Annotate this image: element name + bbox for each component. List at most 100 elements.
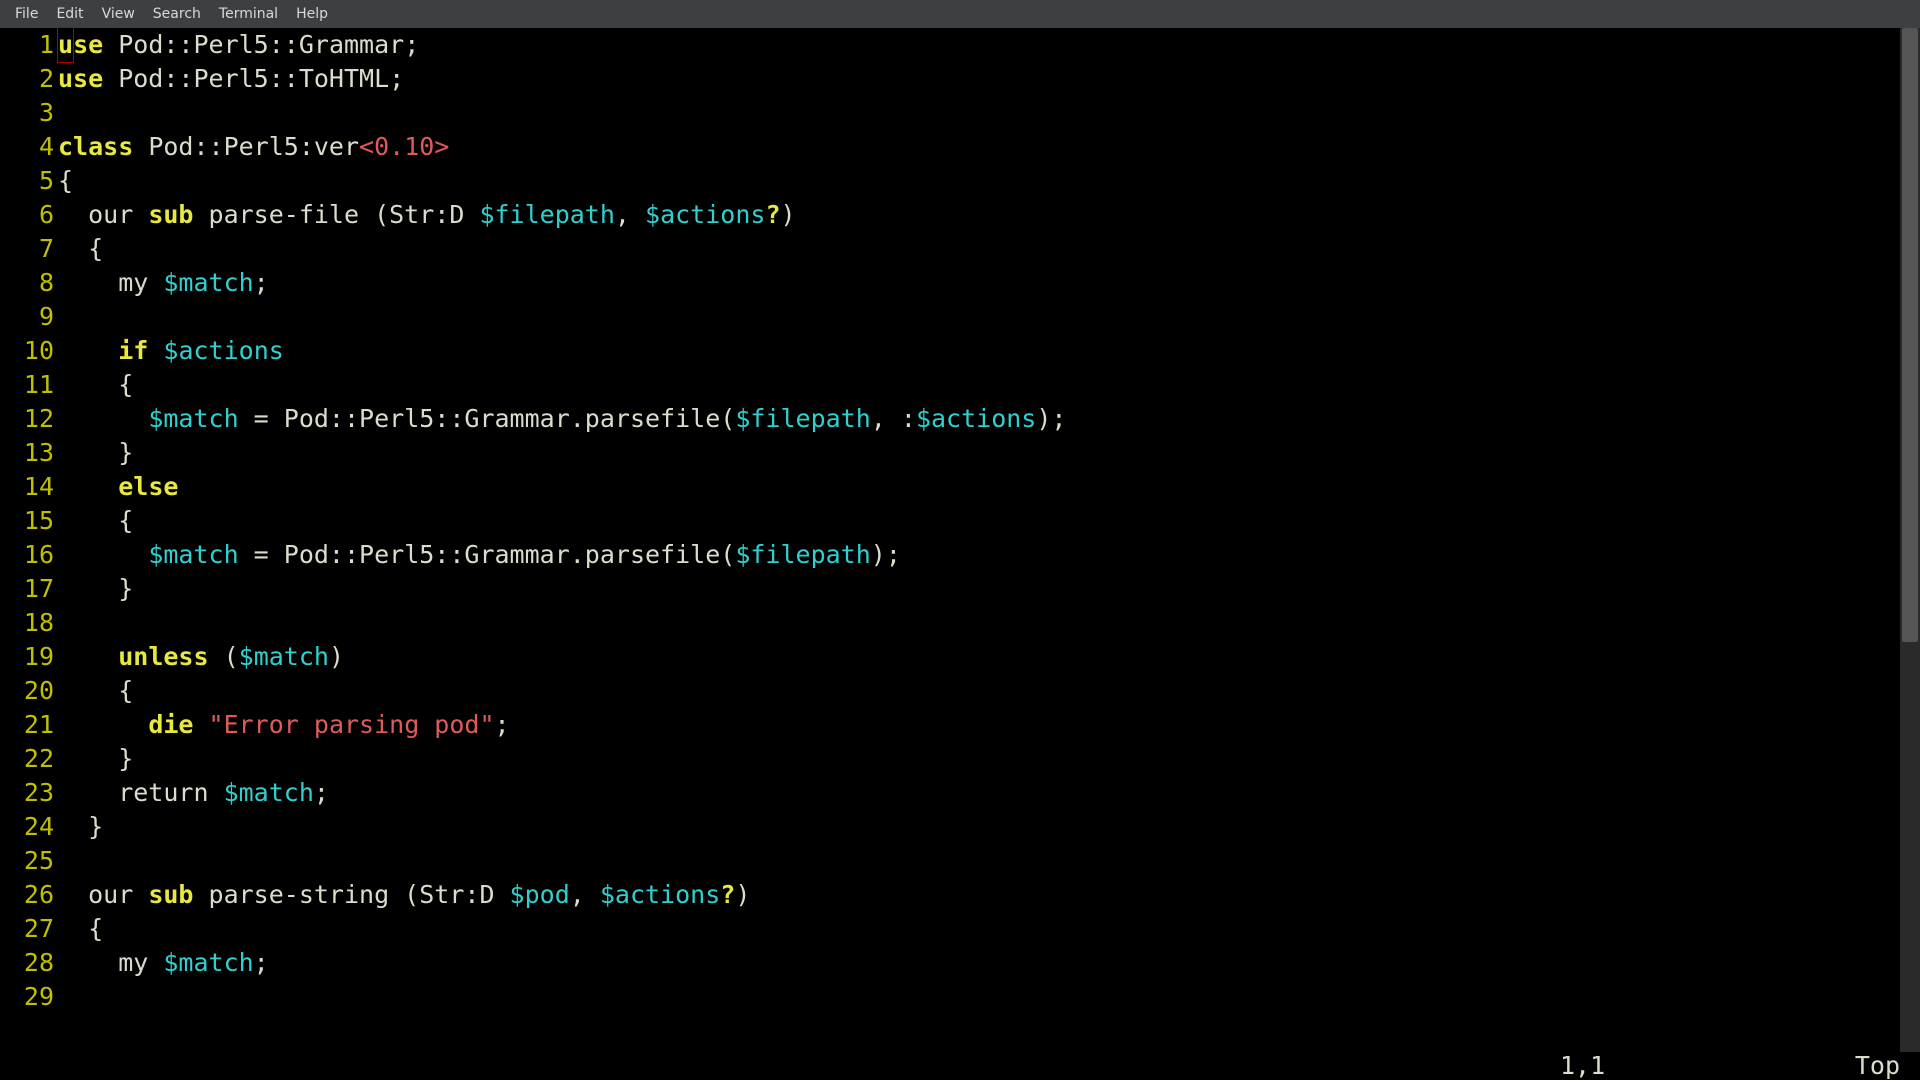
menu-file[interactable]: File (6, 3, 47, 25)
scrollbar-thumb[interactable] (1902, 28, 1918, 642)
code-content[interactable]: class Pod::Perl5:ver<0.10> (56, 130, 449, 164)
menubar: FileEditViewSearchTerminalHelp (0, 0, 1920, 28)
code-content[interactable]: our sub parse-string (Str:D $pod, $actio… (56, 878, 750, 912)
code-line[interactable]: 8 my $match; (0, 266, 1920, 300)
token (148, 336, 163, 365)
code-content[interactable]: $match = Pod::Perl5::Grammar.parsefile($… (56, 538, 901, 572)
token: parse-string (Str:D (193, 880, 509, 909)
code-content[interactable]: { (56, 164, 73, 198)
scrollbar-track[interactable] (1900, 28, 1920, 1052)
line-number: 22 (0, 742, 56, 776)
token: class (58, 132, 133, 161)
code-line[interactable]: 16 $match = Pod::Perl5::Grammar.parsefil… (0, 538, 1920, 572)
code-line[interactable]: 15 { (0, 504, 1920, 538)
line-number: 3 (0, 96, 56, 130)
token: die (148, 710, 193, 739)
code-line[interactable]: 12 $match = Pod::Perl5::Grammar.parsefil… (0, 402, 1920, 436)
code-line[interactable]: 3 (0, 96, 1920, 130)
token: parse-file (Str:D (193, 200, 479, 229)
code-content[interactable]: { (56, 232, 103, 266)
code-content[interactable] (56, 606, 58, 640)
code-content[interactable]: my $match; (56, 266, 269, 300)
code-line[interactable]: 20 { (0, 674, 1920, 708)
code-content[interactable]: { (56, 674, 133, 708)
token: ; (254, 948, 269, 977)
code-line[interactable]: 6 our sub parse-file (Str:D $filepath, $… (0, 198, 1920, 232)
code-line[interactable]: 22 } (0, 742, 1920, 776)
token: $actions (916, 404, 1036, 433)
code-line[interactable]: 18 (0, 606, 1920, 640)
token: ? (720, 880, 735, 909)
code-line[interactable]: 4class Pod::Perl5:ver<0.10> (0, 130, 1920, 164)
token: ) (735, 880, 750, 909)
code-content[interactable]: { (56, 368, 133, 402)
code-line[interactable]: 29 (0, 980, 1920, 1014)
code-content[interactable]: unless ($match) (56, 640, 344, 674)
code-line[interactable]: 19 unless ($match) (0, 640, 1920, 674)
code-content[interactable] (56, 844, 58, 878)
code-content[interactable] (56, 980, 58, 1014)
code-content[interactable] (56, 300, 58, 334)
code-content[interactable]: if $actions (56, 334, 284, 368)
code-line[interactable]: 9 (0, 300, 1920, 334)
token: { (58, 506, 133, 535)
code-line[interactable]: 26 our sub parse-string (Str:D $pod, $ac… (0, 878, 1920, 912)
line-number: 4 (0, 130, 56, 164)
token: { (58, 234, 103, 263)
code-content[interactable]: use Pod::Perl5::ToHTML; (56, 62, 404, 96)
menu-terminal[interactable]: Terminal (210, 3, 287, 25)
code-content[interactable]: else (56, 470, 178, 504)
menu-edit[interactable]: Edit (47, 3, 92, 25)
code-content[interactable]: } (56, 810, 103, 844)
token: $match (239, 642, 329, 671)
code-line[interactable]: 28 my $match; (0, 946, 1920, 980)
line-number: 25 (0, 844, 56, 878)
token: $match (148, 404, 238, 433)
token: $filepath (735, 540, 870, 569)
code-line[interactable]: 27 { (0, 912, 1920, 946)
code-line[interactable]: 25 (0, 844, 1920, 878)
line-number: 13 (0, 436, 56, 470)
code-line[interactable]: 11 { (0, 368, 1920, 402)
line-number: 29 (0, 980, 56, 1014)
code-line[interactable]: 21 die "Error parsing pod"; (0, 708, 1920, 742)
code-content[interactable]: my $match; (56, 946, 269, 980)
code-line[interactable]: 1use Pod::Perl5::Grammar; (0, 28, 1920, 62)
code-line[interactable]: 14 else (0, 470, 1920, 504)
code-line[interactable]: 23 return $match; (0, 776, 1920, 810)
code-line[interactable]: 24 } (0, 810, 1920, 844)
code-content[interactable]: return $match; (56, 776, 329, 810)
code-line[interactable]: 10 if $actions (0, 334, 1920, 368)
token: use (58, 64, 103, 93)
code-content[interactable]: } (56, 436, 133, 470)
line-number: 24 (0, 810, 56, 844)
code-line[interactable]: 5{ (0, 164, 1920, 198)
token (58, 404, 148, 433)
code-line[interactable]: 7 { (0, 232, 1920, 266)
token (58, 336, 118, 365)
line-number: 7 (0, 232, 56, 266)
code-content[interactable]: our sub parse-file (Str:D $filepath, $ac… (56, 198, 796, 232)
code-line[interactable]: 2use Pod::Perl5::ToHTML; (0, 62, 1920, 96)
code-content[interactable]: } (56, 742, 133, 776)
menu-view[interactable]: View (93, 3, 144, 25)
line-number: 17 (0, 572, 56, 606)
token: = Pod::Perl5::Grammar.parsefile( (239, 540, 736, 569)
token: } (58, 812, 103, 841)
code-line[interactable]: 13 } (0, 436, 1920, 470)
token: $filepath (479, 200, 614, 229)
code-content[interactable]: } (56, 572, 133, 606)
code-line[interactable]: 17 } (0, 572, 1920, 606)
line-number: 8 (0, 266, 56, 300)
token: $pod (510, 880, 570, 909)
code-content[interactable] (56, 96, 58, 130)
code-content[interactable]: use Pod::Perl5::Grammar; (56, 28, 419, 62)
code-content[interactable]: { (56, 504, 133, 538)
code-content[interactable]: $match = Pod::Perl5::Grammar.parsefile($… (56, 402, 1066, 436)
token: unless (118, 642, 208, 671)
menu-help[interactable]: Help (287, 3, 337, 25)
menu-search[interactable]: Search (144, 3, 210, 25)
editor-viewport[interactable]: 1use Pod::Perl5::Grammar;2use Pod::Perl5… (0, 28, 1920, 1052)
code-content[interactable]: die "Error parsing pod"; (56, 708, 510, 742)
code-content[interactable]: { (56, 912, 103, 946)
